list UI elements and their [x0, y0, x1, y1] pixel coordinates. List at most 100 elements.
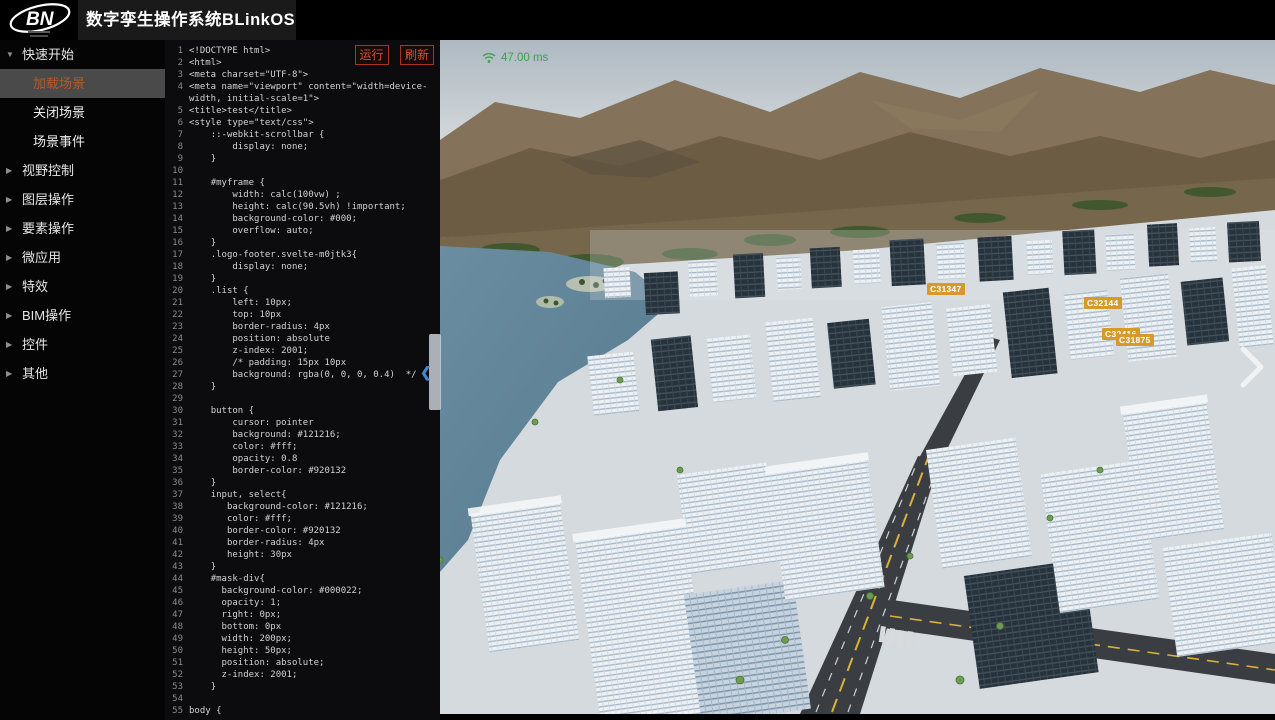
building-label-C31347[interactable]: C31347	[927, 283, 965, 295]
code-line-number: 1	[165, 45, 189, 57]
code-lines[interactable]: 1<!DOCTYPE html>2<html>3<meta charset="U…	[165, 45, 438, 717]
code-line-number: 6	[165, 117, 189, 129]
sidebar-item-场景事件[interactable]: 场景事件	[0, 127, 165, 156]
code-line-number: 41	[165, 537, 189, 549]
code-line-text: }	[189, 561, 438, 573]
chevron-right-icon[interactable]	[1237, 345, 1267, 389]
code-line: 24 position: absolute	[165, 333, 438, 345]
sidebar-group-视野控制[interactable]: ▶视野控制	[0, 156, 165, 185]
code-line-number: 44	[165, 573, 189, 585]
code-line-number: 37	[165, 489, 189, 501]
code-line: 34 opacity: 0.8	[165, 453, 438, 465]
code-line: 44 #mask-div{	[165, 573, 438, 585]
code-line-number: 3	[165, 69, 189, 81]
code-line: 10	[165, 165, 438, 177]
sidebar-group-要素操作[interactable]: ▶ 要素操作	[0, 214, 165, 243]
run-button[interactable]: 运行	[355, 45, 389, 65]
code-line-number: 31	[165, 417, 189, 429]
code-line-number: 21	[165, 297, 189, 309]
sidebar-group-图层操作[interactable]: ▶ 图层操作	[0, 185, 165, 214]
code-line-number: 22	[165, 309, 189, 321]
code-line: 50 height: 50px;	[165, 645, 438, 657]
bn-logo: BN	[6, 1, 78, 39]
code-line: 45 background-color: #000022;	[165, 585, 438, 597]
city-3d-scene	[440, 40, 1275, 714]
sidebar-item-关闭场景[interactable]: 关闭场景	[0, 98, 165, 127]
code-line: 7 ::-webkit-scrollbar {	[165, 129, 438, 141]
code-line: 30 button {	[165, 405, 438, 417]
sidebar-group-快速开始[interactable]: ▼快速开始	[0, 40, 165, 69]
code-line-number: 30	[165, 405, 189, 417]
sidebar-group-label: 控件	[22, 337, 48, 352]
code-line: 39 color: #fff;	[165, 513, 438, 525]
code-line-number: 46	[165, 597, 189, 609]
code-line-number: 25	[165, 345, 189, 357]
code-line-text: cursor: pointer	[189, 417, 438, 429]
logo-text: BN	[26, 9, 55, 30]
code-line-number: 16	[165, 237, 189, 249]
building-label-C31875[interactable]: C31875	[1116, 334, 1154, 346]
chevron-right-icon: ▶	[6, 243, 12, 272]
code-line: 52 z-index: 2001;	[165, 669, 438, 681]
code-line-number: 13	[165, 201, 189, 213]
code-line-text: #myframe {	[189, 177, 438, 189]
building-label-C32144[interactable]: C32144	[1084, 297, 1122, 309]
code-line: 21 left: 10px;	[165, 297, 438, 309]
code-line-number: 9	[165, 153, 189, 165]
code-line: 33 color: #fff;	[165, 441, 438, 453]
code-editor-panel[interactable]: 运行 刷新 1<!DOCTYPE html>2<html>3<meta char…	[165, 40, 440, 720]
code-line-text: border-radius: 4px	[189, 537, 438, 549]
code-line-number: 27	[165, 369, 189, 381]
code-line-number: 35	[165, 465, 189, 477]
chevron-right-icon: ▶	[6, 301, 12, 330]
sidebar-group-BIM操作[interactable]: ▶BIM操作	[0, 301, 165, 330]
sidebar-group-其他[interactable]: ▶其他	[0, 359, 165, 388]
code-line-number: 38	[165, 501, 189, 513]
code-line-text: body {	[189, 705, 438, 717]
chevron-down-icon: ▼	[6, 40, 14, 69]
sidebar-group-label: 微应用	[22, 250, 61, 265]
code-line-number: 8	[165, 141, 189, 153]
code-line-text: opacity: 1;	[189, 597, 438, 609]
sidebar-group-label: 图层操作	[22, 192, 74, 207]
sidebar-group-微应用[interactable]: ▶ 微应用	[0, 243, 165, 272]
chevron-right-icon: ▶	[6, 272, 12, 301]
code-line: 15 overflow: auto;	[165, 225, 438, 237]
code-line-text: }	[189, 153, 438, 165]
code-line-text: }	[189, 273, 438, 285]
code-line: 36 }	[165, 477, 438, 489]
code-line-text: <meta charset="UTF-8">	[189, 69, 438, 81]
code-line: 51 position: absolute;	[165, 657, 438, 669]
code-line-text: background-color: #000022;	[189, 585, 438, 597]
code-line-text: #mask-div{	[189, 573, 438, 585]
code-line-number: 2	[165, 57, 189, 69]
code-line-text: height: calc(90.5vh) !important;	[189, 201, 438, 213]
chevron-right-icon: ▶	[6, 156, 12, 185]
sidebar-group-label: 要素操作	[22, 221, 74, 236]
code-line-text: button {	[189, 405, 438, 417]
code-line: 29	[165, 393, 438, 405]
code-line-text: left: 10px;	[189, 297, 438, 309]
code-line-text: width: 200px;	[189, 633, 438, 645]
sidebar-group-控件[interactable]: ▶控件	[0, 330, 165, 359]
code-line-text: <style type="text/css">	[189, 117, 438, 129]
code-line-text	[189, 393, 438, 405]
network-latency-indicator: 47.00 ms	[482, 52, 548, 64]
panel-collapse-handle[interactable]: ❮	[429, 334, 441, 410]
chevron-right-icon: ▶	[6, 185, 12, 214]
code-line: 35 border-color: #920132	[165, 465, 438, 477]
code-line-number: 54	[165, 693, 189, 705]
3d-city-viewport[interactable]: 47.00 ms C31347C32144C32416C31875	[440, 40, 1275, 714]
code-line-text: z-index: 2001;	[189, 345, 438, 357]
sidebar-group-特效[interactable]: ▶特效	[0, 272, 165, 301]
sidebar-item-加载场景[interactable]: 加载场景	[0, 69, 165, 98]
refresh-button[interactable]: 刷新	[400, 45, 434, 65]
code-line: 11 #myframe {	[165, 177, 438, 189]
code-line-text: <meta name="viewport" content="width=dev…	[189, 81, 438, 105]
code-line: 14 background-color: #000;	[165, 213, 438, 225]
code-line-text	[189, 165, 438, 177]
code-line: 28 }	[165, 381, 438, 393]
code-line: 37 input, select{	[165, 489, 438, 501]
chevron-right-icon: ▶	[6, 214, 12, 243]
code-line-number: 18	[165, 261, 189, 273]
